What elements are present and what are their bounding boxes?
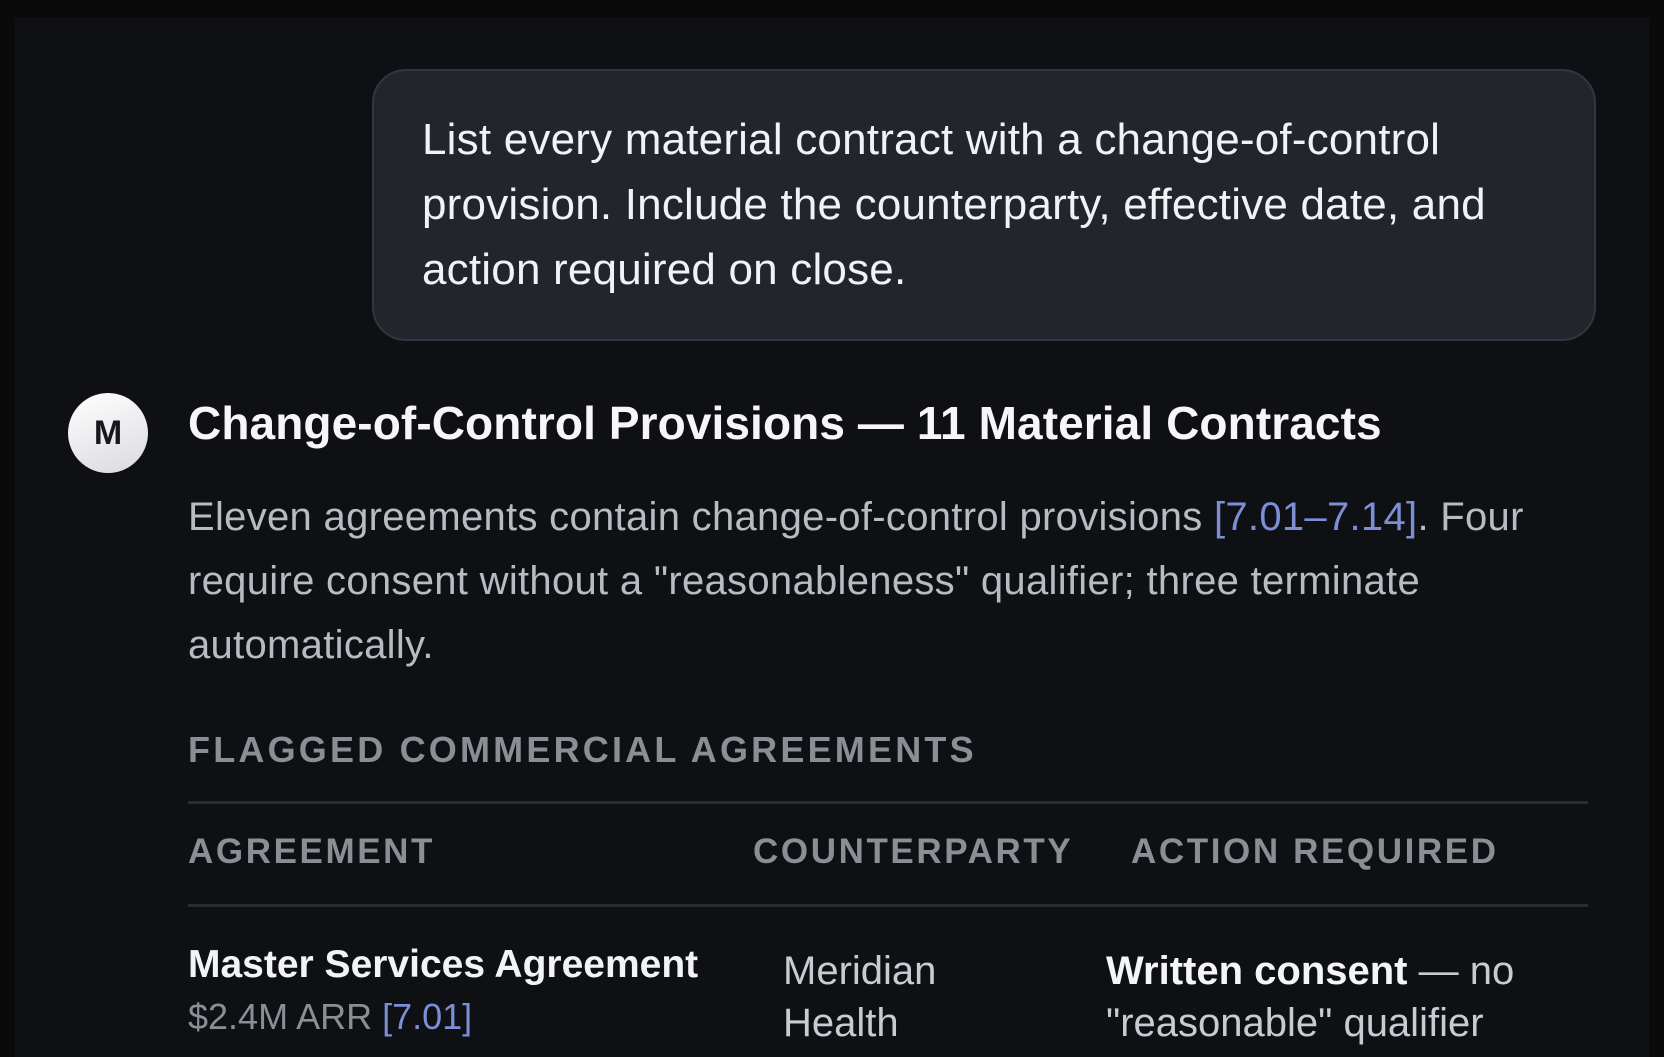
user-message-bubble: List every material contract with a chan…: [372, 69, 1596, 341]
assistant-avatar: M: [68, 393, 148, 473]
table-header: AGREEMENT COUNTERPARTY ACTION REQUIRED: [188, 804, 1588, 904]
chat-frame: List every material contract with a chan…: [15, 17, 1649, 1057]
agreement-cell: Master Services Agreement $2.4M ARR [7.0…: [188, 943, 698, 1039]
avatar-letter: M: [93, 413, 123, 452]
assistant-response: Change-of-Control Provisions — 11 Materi…: [188, 395, 1608, 1057]
summary-citation-link[interactable]: [7.01–7.14]: [1214, 495, 1417, 539]
section-label: FLAGGED COMMERCIAL AGREEMENTS: [188, 729, 977, 770]
response-summary: Eleven agreements contain change-of-cont…: [188, 485, 1608, 677]
table-row: Master Services Agreement $2.4M ARR [7.0…: [188, 907, 1588, 1057]
action-emphasis: Written consent: [1106, 949, 1408, 993]
column-header-agreement: AGREEMENT: [188, 832, 436, 871]
agreement-name: Master Services Agreement: [188, 943, 699, 986]
summary-text-start: Eleven agreements contain change-of-cont…: [188, 495, 1214, 539]
response-title: Change-of-Control Provisions — 11 Materi…: [188, 397, 1382, 449]
column-header-action-required: ACTION REQUIRED: [1131, 832, 1499, 871]
user-message-text: List every material contract with a chan…: [422, 115, 1486, 294]
agreement-value: $2.4M ARR: [188, 996, 383, 1037]
agreement-citation-link[interactable]: [7.01]: [382, 996, 472, 1037]
column-header-counterparty: COUNTERPARTY: [753, 832, 1074, 871]
agreement-meta: $2.4M ARR [7.01]: [188, 995, 698, 1039]
action-cell: Written consent — no "reasonable" qualif…: [1106, 945, 1586, 1049]
counterparty-cell: Meridian Health: [783, 949, 937, 1045]
